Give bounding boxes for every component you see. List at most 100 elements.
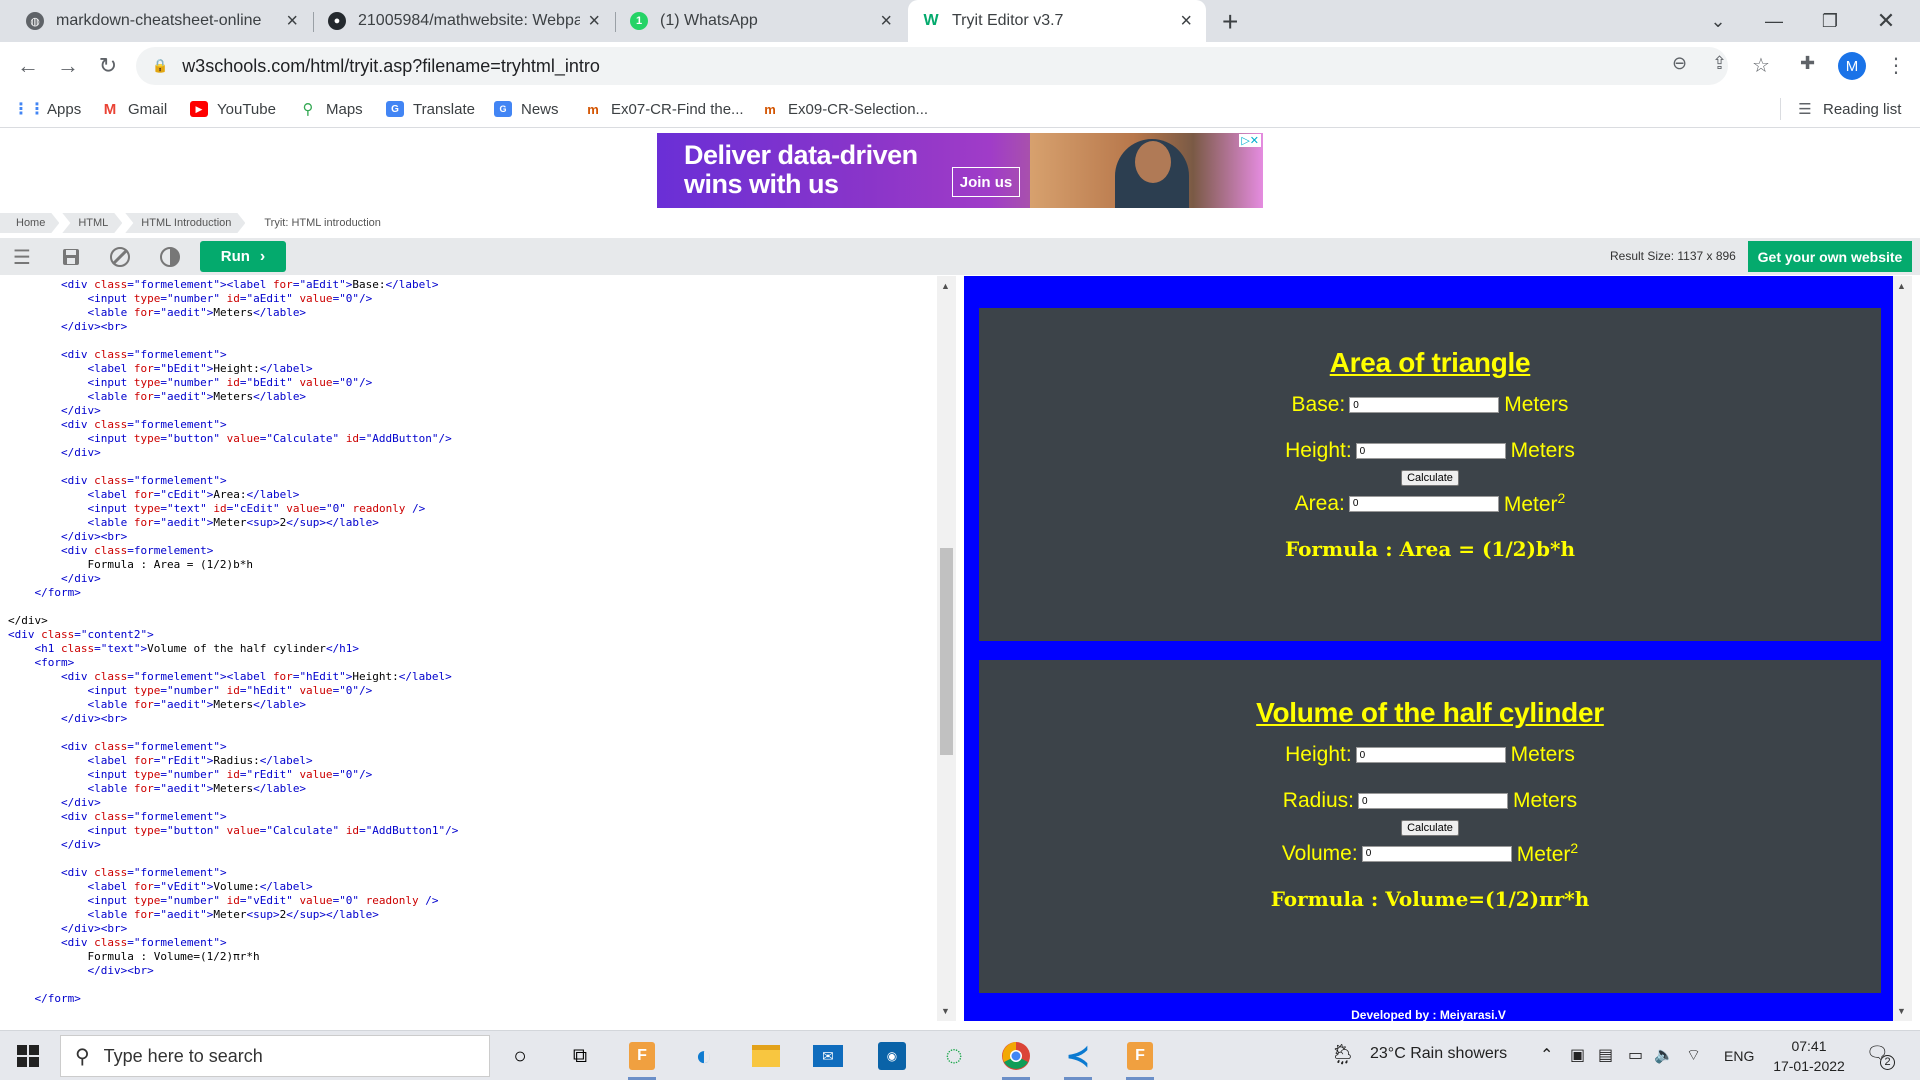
tab-github[interactable]: ● 21005984/mathwebsite: Webpag ×	[314, 0, 614, 42]
app-icon-orange[interactable]: F	[624, 1039, 660, 1080]
window-close-icon[interactable]: ✕	[1858, 0, 1914, 42]
code-editor[interactable]: <div class="formelement"><label for="aEd…	[8, 276, 956, 1021]
tray-meet-icon[interactable]: ▤	[1598, 1045, 1613, 1065]
code-line[interactable]: <input type="text" id="cEdit" value="0" …	[8, 502, 458, 516]
code-line[interactable]: <div class=formelement>	[8, 544, 458, 558]
code-line[interactable]: <lable for="aedit">Meters</lable>	[8, 782, 458, 796]
mail-icon[interactable]: ✉	[810, 1039, 846, 1073]
code-line[interactable]	[8, 460, 458, 474]
breadcrumb-home[interactable]: Home	[0, 213, 59, 233]
radius-input[interactable]	[1358, 793, 1508, 809]
code-line[interactable]: <div class="formelement">	[8, 936, 458, 950]
code-line[interactable]: <h1 class="text">Volume of the half cyli…	[8, 642, 458, 656]
code-line[interactable]: </form>	[8, 586, 458, 600]
bookmark-news[interactable]: G News	[494, 98, 559, 120]
code-line[interactable]	[8, 334, 458, 348]
orientation-icon[interactable]	[108, 245, 132, 269]
code-line[interactable]: </div><br>	[8, 320, 458, 334]
area-output[interactable]	[1348, 495, 1499, 512]
result-scroll-down-icon[interactable]: ▼	[1897, 1006, 1906, 1016]
code-line[interactable]: </div>	[8, 614, 458, 628]
save-icon[interactable]	[59, 245, 83, 269]
bookmark-star-icon[interactable]: ☆	[1752, 53, 1770, 78]
hamburger-menu-icon[interactable]: ☰	[10, 245, 34, 269]
cyl-height-input[interactable]	[1355, 747, 1506, 763]
bookmark-ex07[interactable]: m Ex07-CR-Find the...	[584, 98, 743, 120]
code-line[interactable]: <lable for="aedit">Meter<sup>2</sup></la…	[8, 516, 458, 530]
code-line[interactable]: </div>	[8, 404, 458, 418]
bookmark-ex09[interactable]: m Ex09-CR-Selection...	[761, 98, 928, 120]
new-tab-button[interactable]: +	[1222, 6, 1238, 38]
bookmark-apps[interactable]: ⋮⋮ Apps	[13, 98, 81, 120]
code-content[interactable]: <div class="formelement"><label for="aEd…	[8, 278, 458, 1006]
weather-text[interactable]: 23°C Rain showers	[1370, 1045, 1507, 1063]
address-bar[interactable]: 🔒 w3schools.com/html/tryit.asp?filename=…	[136, 47, 1728, 85]
tray-device-icon[interactable]: ▣	[1570, 1045, 1585, 1065]
code-line[interactable]	[8, 726, 458, 740]
tab-markdown[interactable]: ◍ markdown-cheatsheet-online ×	[12, 0, 312, 42]
weather-icon[interactable]: 🌦	[1330, 1042, 1355, 1067]
code-line[interactable]: <div class="formelement"><label for="hEd…	[8, 670, 458, 684]
code-line[interactable]: <lable for="aedit">Meters</lable>	[8, 390, 458, 404]
code-line[interactable]: </div><br>	[8, 922, 458, 936]
code-line[interactable]: </div><br>	[8, 530, 458, 544]
editor-scroll-thumb[interactable]	[940, 548, 953, 755]
code-line[interactable]: </div><br>	[8, 964, 458, 978]
close-icon[interactable]: ×	[286, 11, 298, 31]
code-line[interactable]: <form>	[8, 656, 458, 670]
scroll-up-arrow-icon[interactable]: ▲	[941, 281, 950, 291]
clock[interactable]: 07:41 17-01-2022	[1764, 1036, 1854, 1076]
wifi-icon[interactable]: ⌔	[1686, 1045, 1701, 1065]
code-line[interactable]: <div class="formelement">	[8, 866, 458, 880]
code-line[interactable]: </form>	[8, 992, 458, 1006]
code-line[interactable]: <input type="button" value="Calculate" i…	[8, 824, 458, 838]
code-line[interactable]: </div>	[8, 796, 458, 810]
breadcrumb-html[interactable]: HTML	[62, 213, 122, 233]
notifications-button[interactable]: 🗨 2	[1866, 1043, 1895, 1070]
close-icon[interactable]: ×	[588, 11, 600, 31]
code-line[interactable]: Formula : Volume=(1/2)πr*h	[8, 950, 458, 964]
calculate-button[interactable]: Calculate	[1401, 470, 1459, 486]
tab-search-icon[interactable]: ⌄	[1690, 0, 1746, 42]
code-line[interactable]: <div class="content2">	[8, 628, 458, 642]
run-button[interactable]: Run ›	[200, 241, 286, 272]
code-line[interactable]: <input type="button" value="Calculate" i…	[8, 432, 458, 446]
result-scroll-up-icon[interactable]: ▲	[1897, 281, 1906, 291]
code-line[interactable]: <input type="number" id="rEdit" value="0…	[8, 768, 458, 782]
volume-icon[interactable]: 🔈	[1654, 1045, 1674, 1065]
menu-dots-icon[interactable]: ⋮	[1886, 53, 1906, 78]
minimize-icon[interactable]: —	[1746, 0, 1802, 42]
chrome-icon[interactable]	[998, 1039, 1034, 1080]
code-line[interactable]	[8, 600, 458, 614]
code-line[interactable]: <input type="number" id="bEdit" value="0…	[8, 376, 458, 390]
code-line[interactable]: <lable for="aedit">Meters</lable>	[8, 306, 458, 320]
forward-icon[interactable]: →	[52, 50, 84, 82]
code-line[interactable]: Formula : Area = (1/2)b*h	[8, 558, 458, 572]
code-line[interactable]: <input type="number" id="vEdit" value="0…	[8, 894, 458, 908]
close-icon[interactable]: ×	[1180, 11, 1192, 31]
code-line[interactable]: <div class="formelement">	[8, 810, 458, 824]
ad-banner[interactable]: Deliver data-driven wins with us Join us…	[657, 133, 1263, 208]
bookmark-maps[interactable]: ⚲ Maps	[299, 98, 363, 120]
result-scrollbar[interactable]	[1893, 276, 1912, 1021]
tray-chevron-up-icon[interactable]: ⌃	[1540, 1045, 1553, 1065]
code-line[interactable]: <label for="vEdit">Volume:</label>	[8, 880, 458, 894]
calculate-button-2[interactable]: Calculate	[1401, 820, 1459, 836]
code-line[interactable]: <label for="rEdit">Radius:</label>	[8, 754, 458, 768]
code-line[interactable]: <lable for="aedit">Meter<sup>2</sup></la…	[8, 908, 458, 922]
get-website-button[interactable]: Get your own website	[1748, 241, 1912, 272]
green-circle-app-icon[interactable]: ◌	[936, 1039, 972, 1073]
cortana-icon[interactable]: ○	[502, 1039, 538, 1073]
bookmark-translate[interactable]: G Translate	[386, 98, 475, 120]
code-line[interactable]: <lable for="aedit">Meters</lable>	[8, 698, 458, 712]
close-icon[interactable]: ×	[880, 11, 892, 31]
code-line[interactable]: <input type="number" id="hEdit" value="0…	[8, 684, 458, 698]
tab-whatsapp[interactable]: 1 (1) WhatsApp ×	[616, 0, 906, 42]
height-input[interactable]	[1355, 443, 1506, 459]
code-line[interactable]: </div>	[8, 572, 458, 586]
task-view-icon[interactable]: ⧉	[562, 1039, 598, 1073]
bookmark-youtube[interactable]: ▶ YouTube	[190, 98, 276, 120]
windows-start-icon[interactable]	[17, 1045, 39, 1067]
scroll-down-arrow-icon[interactable]: ▼	[941, 1006, 950, 1016]
code-line[interactable]: </div>	[8, 446, 458, 460]
